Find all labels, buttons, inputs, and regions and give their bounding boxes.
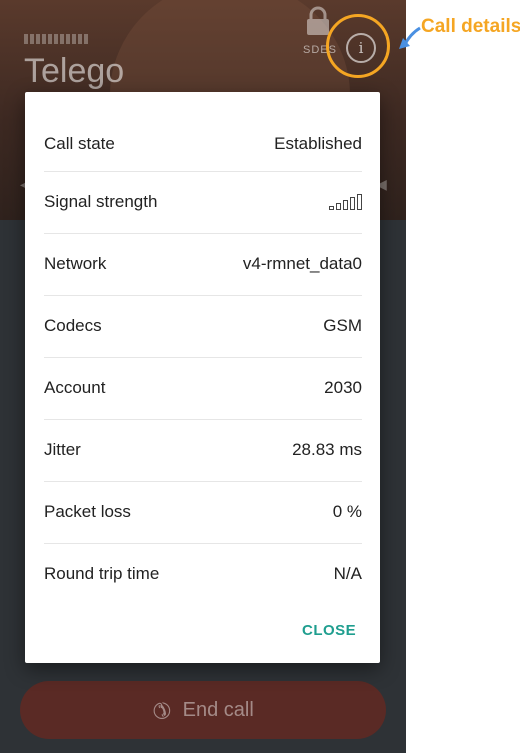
details-row: Packet loss 0 %	[44, 481, 362, 543]
details-row: Signal strength	[44, 171, 362, 233]
caller-number-masked	[24, 34, 88, 44]
app-title: Telego	[24, 52, 125, 90]
details-row: Network v4-rmnet_data0	[44, 233, 362, 295]
end-call-label: End call	[182, 698, 254, 721]
info-highlight-circle	[326, 14, 390, 78]
close-button[interactable]: CLOSE	[302, 622, 356, 639]
details-row: Account 2030	[44, 357, 362, 419]
row-value: 0 %	[332, 502, 362, 521]
annotation-label: Call details	[421, 16, 520, 37]
details-row: Codecs GSM	[44, 295, 362, 357]
row-label: Jitter	[44, 440, 81, 459]
lock-icon	[307, 6, 329, 35]
phone-hangup-icon: ✆	[146, 694, 178, 726]
row-value: Established	[274, 134, 362, 153]
signal-strength-icon	[329, 194, 362, 210]
details-row: Round trip time N/A	[44, 543, 362, 605]
call-details-dialog: Call state Established Signal strength N…	[25, 92, 380, 663]
row-label: Codecs	[44, 316, 102, 335]
details-row: Call state Established	[44, 113, 362, 175]
row-value: 2030	[324, 378, 362, 397]
row-value: N/A	[333, 564, 362, 583]
row-label: Account	[44, 378, 106, 397]
annotation-arrow-icon	[399, 26, 421, 49]
end-call-button[interactable]: ✆ End call	[20, 681, 386, 739]
row-label: Call state	[44, 134, 115, 153]
row-label: Network	[44, 254, 107, 273]
details-row: Jitter 28.83 ms	[44, 419, 362, 481]
row-label: Packet loss	[44, 502, 131, 521]
row-value: 28.83 ms	[292, 440, 362, 459]
row-label: Signal strength	[44, 192, 158, 211]
row-label: Round trip time	[44, 564, 160, 583]
row-value: v4-rmnet_data0	[242, 254, 362, 273]
row-value: GSM	[323, 316, 362, 335]
